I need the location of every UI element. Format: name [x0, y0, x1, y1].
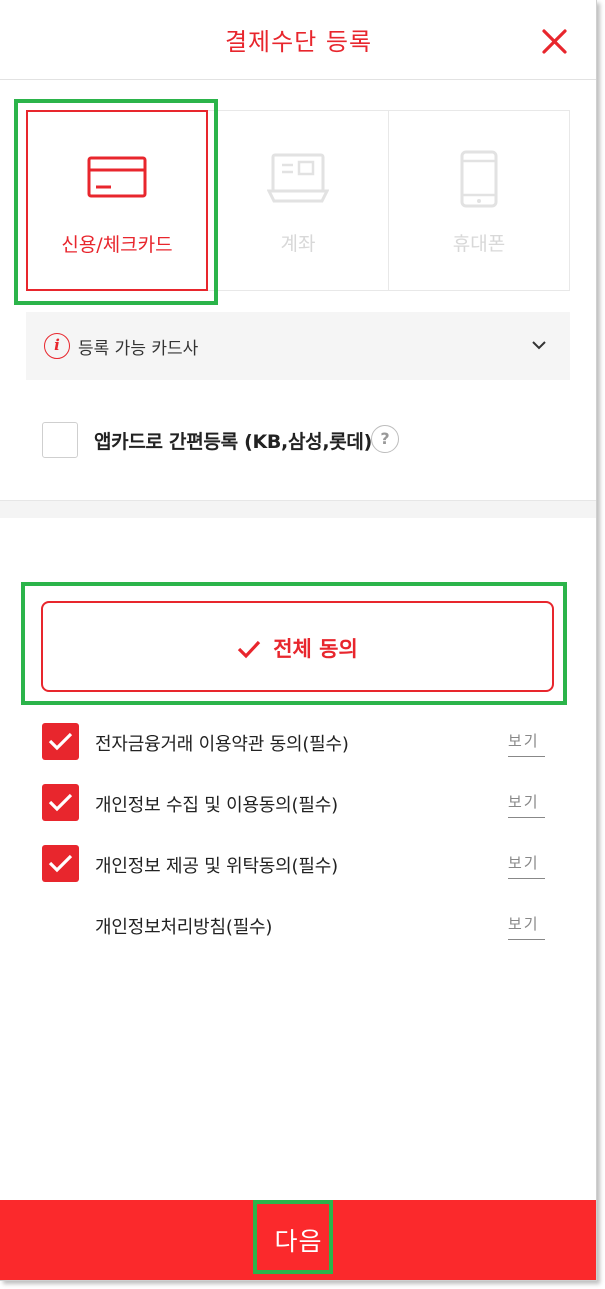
next-button[interactable]: 다음 — [0, 1200, 596, 1280]
header: 결제수단 등록 — [0, 0, 596, 80]
info-icon: i — [44, 333, 70, 359]
chevron-down-icon — [532, 341, 546, 350]
term-view-link[interactable]: 보기 — [508, 730, 545, 757]
question-icon[interactable]: ? — [371, 425, 399, 453]
term-row: 개인정보 제공 및 위탁동의(필수) 보기 — [42, 844, 552, 884]
section-divider — [0, 500, 596, 518]
tab-label: 휴대폰 — [452, 233, 506, 255]
agree-all-label: 전체 동의 — [273, 637, 358, 661]
term-checkbox[interactable] — [42, 723, 79, 760]
close-icon — [542, 29, 567, 54]
term-row: 개인정보 수집 및 이용동의(필수) 보기 — [42, 783, 552, 823]
mobile-phone-icon — [460, 150, 498, 208]
agree-all-content: 전체 동의 — [43, 633, 552, 663]
close-button[interactable] — [534, 22, 572, 60]
term-view-link[interactable]: 보기 — [508, 791, 545, 818]
page-title: 결제수단 등록 — [224, 28, 373, 56]
term-label: 개인정보 제공 및 위탁동의(필수) — [95, 856, 338, 877]
term-row: 개인정보처리방침(필수) 보기 — [42, 905, 552, 945]
app-card-option: 앱카드로 간편등록 (KB,삼성,롯데) ? — [42, 421, 592, 459]
bank-account-icon — [267, 153, 329, 203]
term-label: 개인정보처리방침(필수) — [95, 917, 273, 938]
credit-card-icon — [87, 156, 147, 198]
tab-credit-card[interactable]: 신용/체크카드 — [26, 110, 208, 291]
term-checkbox[interactable] — [42, 784, 79, 821]
tab-bank-account[interactable]: 계좌 — [208, 110, 389, 291]
term-checkbox[interactable] — [42, 845, 79, 882]
check-icon — [48, 732, 73, 751]
next-button-label: 다음 — [274, 1227, 323, 1256]
tab-mobile-phone[interactable]: 휴대폰 — [388, 110, 570, 291]
term-label: 전자금융거래 이용약관 동의(필수) — [95, 734, 349, 755]
payment-method-tabs: 신용/체크카드 계좌 휴대폰 — [26, 110, 570, 291]
app-card-label: 앱카드로 간편등록 (KB,삼성,롯데) — [94, 431, 372, 453]
term-view-link[interactable]: 보기 — [508, 852, 545, 879]
term-label: 개인정보 수집 및 이용동의(필수) — [95, 795, 338, 816]
check-icon — [48, 854, 73, 873]
agree-all-button[interactable]: 전체 동의 — [41, 601, 554, 692]
payment-method-dialog: 결제수단 등록 신용/체크카드 계좌 휴대폰 i 등록 가능 카드사 앱카드로 … — [0, 0, 597, 1281]
check-icon — [238, 640, 261, 659]
check-icon — [48, 793, 73, 812]
card-info-toggle[interactable]: i 등록 가능 카드사 — [26, 312, 570, 380]
term-row: 전자금융거래 이용약관 동의(필수) 보기 — [42, 722, 552, 762]
card-info-label: 등록 가능 카드사 — [78, 339, 199, 359]
tab-label: 계좌 — [280, 233, 316, 255]
app-card-checkbox[interactable] — [42, 422, 78, 458]
tab-label: 신용/체크카드 — [61, 234, 173, 256]
term-view-link[interactable]: 보기 — [508, 913, 545, 940]
